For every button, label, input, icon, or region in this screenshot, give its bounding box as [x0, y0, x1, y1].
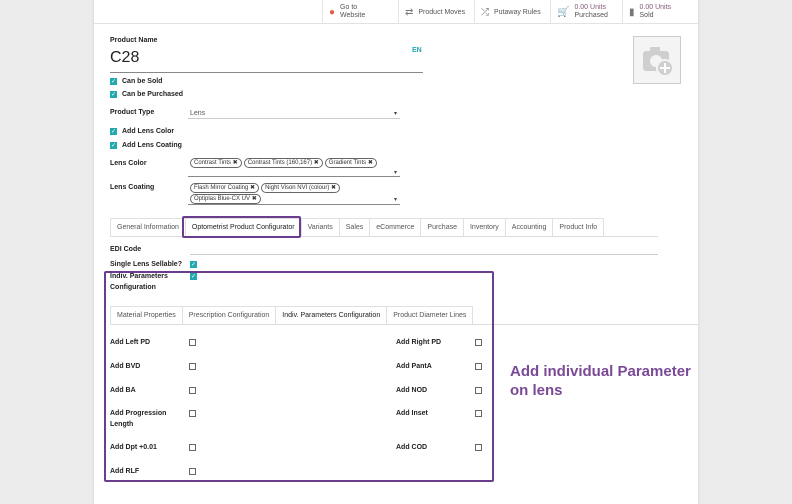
- chevron-down-icon: ▾: [394, 170, 398, 176]
- can-be-purchased-label: Can be Purchased: [122, 91, 184, 98]
- product-name-input[interactable]: C28: [110, 49, 139, 67]
- add-lens-color-checkbox[interactable]: ✓: [110, 128, 117, 135]
- add-lens-color-label: Add Lens Color: [122, 128, 175, 135]
- tab-highlight-box: [182, 216, 301, 238]
- tag-chip[interactable]: Night Vison NVI (colour) ✖: [261, 183, 341, 193]
- can-be-sold-checkbox[interactable]: ✓: [110, 78, 117, 85]
- cart-icon: 🛒: [557, 6, 570, 18]
- annotation-line-2: on lens: [510, 382, 563, 399]
- can-be-purchased-checkbox[interactable]: ✓: [110, 91, 117, 98]
- arrows-icon: ⇄: [405, 6, 414, 18]
- shuffle-icon: ⤮: [481, 6, 489, 18]
- chevron-down-icon: ▾: [394, 111, 398, 117]
- chevron-down-icon: ▾: [394, 197, 398, 203]
- tab-general-information[interactable]: General Information: [110, 218, 186, 236]
- add-lens-coating-label: Add Lens Coating: [122, 142, 182, 149]
- sold-button[interactable]: ▮ 0.00 Units Sold: [622, 0, 698, 24]
- tab-variants[interactable]: Variants: [300, 218, 340, 236]
- go-to-website-button[interactable]: ● Go to Website: [322, 0, 392, 24]
- lens-coating-tags-row1: Flash Mirror Coating ✖ Night Vison NVI (…: [190, 183, 342, 193]
- edi-code-label: EDI Code: [110, 246, 142, 253]
- form-sheet: ● Go to Website ⇄ Product Moves ⤮ Putaway…: [94, 0, 698, 504]
- tag-chip[interactable]: Gradient Tints ✖: [324, 158, 377, 168]
- bar-chart-icon: ▮: [629, 6, 635, 18]
- tag-chip[interactable]: Flash Mirror Coating ✖: [190, 183, 260, 193]
- tab-sales[interactable]: Sales: [338, 218, 371, 236]
- tab-accounting[interactable]: Accounting: [504, 218, 554, 236]
- lens-coating-tags-row2: Optiplas Blue-CX UV ✖: [190, 194, 263, 204]
- single-lens-checkbox[interactable]: ✓: [190, 261, 197, 268]
- add-lens-coating-checkbox[interactable]: ✓: [110, 142, 117, 149]
- edi-code-input[interactable]: [190, 254, 658, 255]
- lens-coating-underline: [188, 204, 400, 205]
- lens-color-label: Lens Color: [110, 160, 147, 167]
- tag-chip[interactable]: Optiplas Blue-CX UV ✖: [190, 194, 261, 204]
- lens-color-tags: Contrast Tints ✖ Contrast Tints (160,167…: [190, 158, 379, 168]
- language-button[interactable]: EN: [412, 47, 422, 54]
- tab-purchase[interactable]: Purchase: [420, 218, 464, 236]
- single-lens-label: Single Lens Sellable?: [110, 261, 182, 268]
- product-name-label: Product Name: [110, 37, 158, 44]
- lens-coating-label: Lens Coating: [110, 184, 155, 191]
- name-underline: [110, 72, 423, 73]
- product-type-label: Product Type: [110, 109, 155, 116]
- tag-chip[interactable]: Contrast Tints ✖: [190, 158, 242, 168]
- annotation-callout: Add individual Parameter on lens: [510, 362, 750, 400]
- product-image-placeholder[interactable]: [633, 36, 681, 84]
- annotation-line-1: Add individual Parameter: [510, 363, 691, 380]
- product-moves-button[interactable]: ⇄ Product Moves: [398, 0, 474, 24]
- putaway-rules-button[interactable]: ⤮ Putaway Rules: [474, 0, 550, 24]
- product-type-underline: [188, 118, 400, 119]
- smart-button-bar: ● Go to Website ⇄ Product Moves ⤮ Putaway…: [94, 0, 698, 24]
- params-highlight-box: [104, 271, 494, 482]
- purchased-button[interactable]: 🛒 0.00 Units Purchased: [550, 0, 622, 24]
- globe-icon: ●: [329, 6, 336, 18]
- camera-plus-icon: [643, 47, 674, 77]
- product-type-select[interactable]: Lens: [190, 110, 205, 117]
- tab-ecommerce[interactable]: eCommerce: [369, 218, 422, 236]
- tab-product-info[interactable]: Product Info: [552, 218, 605, 236]
- lens-color-underline: [188, 176, 400, 177]
- can-be-sold-label: Can be Sold: [122, 78, 163, 85]
- tag-chip[interactable]: Contrast Tints (160,167) ✖: [243, 158, 323, 168]
- tab-inventory[interactable]: Inventory: [462, 218, 506, 236]
